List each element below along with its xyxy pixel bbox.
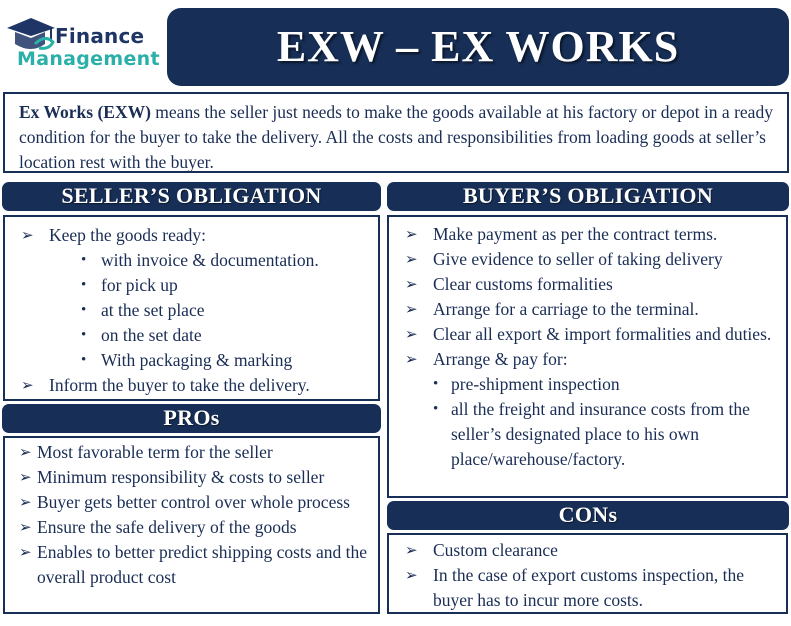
list-item: ➢ Enables to better predict shipping cost… <box>19 540 372 590</box>
sub-item-text: on the set date <box>101 325 202 345</box>
seller-obligation-box: ➢ Keep the goods ready: • with invoice & … <box>3 215 380 401</box>
sub-item-text: at the set place <box>101 300 205 320</box>
definition-term: Ex Works (EXW) <box>19 102 151 122</box>
list-item: ➢ Clear all export & import formalities a… <box>405 322 778 347</box>
sub-list-item: • with invoice & documentation. <box>21 248 378 273</box>
list-item-text: Arrange for a carriage to the terminal. <box>433 299 699 319</box>
arrow-bullet-icon: ➢ <box>19 443 32 461</box>
pros-header: PROs <box>2 404 381 433</box>
list-item: ➢ Make payment as per the contract terms. <box>405 222 778 247</box>
seller-obligation-header: SELLER’S OBLIGATION <box>2 182 381 211</box>
bullet-icon: • <box>81 327 87 343</box>
arrow-bullet-icon: ➢ <box>21 226 34 244</box>
sub-list-item: • on the set date <box>21 323 378 348</box>
sub-list-item: • for pick up <box>21 273 378 298</box>
list-item: ➢ Ensure the safe delivery of the goods <box>19 515 372 540</box>
logo-text-management: Management <box>17 48 160 70</box>
buyer-obligation-box: ➢ Make payment as per the contract terms.… <box>387 215 788 498</box>
sub-list-item: • all the freight and insurance costs fro… <box>405 397 778 472</box>
list-item: ➢ Give evidence to seller of taking deliv… <box>405 247 778 272</box>
cons-list: ➢ Custom clearance ➢ In the case of export… <box>405 538 778 613</box>
arrow-bullet-icon: ➢ <box>405 250 418 268</box>
definition-box: Ex Works (EXW) means the seller just nee… <box>3 92 789 173</box>
arrow-bullet-icon: ➢ <box>19 493 32 511</box>
buyer-obligation-list: ➢ Make payment as per the contract terms.… <box>405 222 778 472</box>
arrow-bullet-icon: ➢ <box>405 541 418 559</box>
list-item-text: Enables to better predict shipping costs… <box>37 542 367 587</box>
bullet-icon: • <box>81 277 87 293</box>
list-item: ➢ Custom clearance <box>405 538 778 563</box>
bullet-icon: • <box>81 252 87 268</box>
sub-item-text: for pick up <box>101 275 178 295</box>
list-item: ➢ Arrange for a carriage to the terminal. <box>405 297 778 322</box>
sub-item-text: all the freight and insurance costs from… <box>451 399 750 469</box>
cons-box: ➢ Custom clearance ➢ In the case of export… <box>387 533 788 614</box>
list-item-text: Custom clearance <box>433 540 558 560</box>
sub-item-text: With packaging & marking <box>101 350 293 370</box>
bullet-icon: • <box>81 352 87 368</box>
list-item: ➢ Clear customs formalities <box>405 272 778 297</box>
arrow-bullet-icon: ➢ <box>405 275 418 293</box>
list-item: ➢ Keep the goods ready: <box>21 223 378 248</box>
seller-obligation-list: ➢ Keep the goods ready: • with invoice & … <box>21 223 378 398</box>
sub-list-item: • With packaging & marking <box>21 348 378 373</box>
cons-header: CONs <box>387 501 789 530</box>
list-item-text: Arrange & pay for: <box>433 349 568 369</box>
arrow-bullet-icon: ➢ <box>405 325 418 343</box>
sub-list-item: • pre-shipment inspection <box>405 372 778 397</box>
list-item: ➢ Minimum responsibility & costs to selle… <box>19 465 372 490</box>
list-item-text: Clear customs formalities <box>433 274 613 294</box>
sub-list-item: • at the set place <box>21 298 378 323</box>
arrow-bullet-icon: ➢ <box>405 300 418 318</box>
arrow-bullet-icon: ➢ <box>19 543 32 561</box>
pros-box: ➢ Most favorable term for the seller ➢ Min… <box>3 436 380 614</box>
list-item-text: Most favorable term for the seller <box>37 442 273 462</box>
sub-item-text: pre-shipment inspection <box>451 374 620 394</box>
arrow-bullet-icon: ➢ <box>405 350 418 368</box>
arrow-bullet-icon: ➢ <box>405 566 418 584</box>
list-item-text: Make payment as per the contract terms. <box>433 224 718 244</box>
page-title: EXW – EX WORKS <box>167 8 789 86</box>
arrow-bullet-icon: ➢ <box>19 468 32 486</box>
logo: Finance Management <box>5 14 170 74</box>
buyer-obligation-header: BUYER’S OBLIGATION <box>387 182 789 211</box>
arrow-bullet-icon: ➢ <box>21 376 34 394</box>
list-item-text: Ensure the safe delivery of the goods <box>37 517 297 537</box>
list-item: ➢ In the case of export customs inspectio… <box>405 563 778 613</box>
arrow-bullet-icon: ➢ <box>19 518 32 536</box>
list-item: ➢ Buyer gets better control over whole pr… <box>19 490 372 515</box>
list-item-text: Buyer gets better control over whole pro… <box>37 492 350 512</box>
list-item: ➢ Arrange & pay for: <box>405 347 778 372</box>
list-item-text: Keep the goods ready: <box>49 225 206 245</box>
logo-text-finance: Finance <box>55 24 145 48</box>
list-item-text: Minimum responsibility & costs to seller <box>37 467 325 487</box>
list-item-text: Give evidence to seller of taking delive… <box>433 249 723 269</box>
bullet-icon: • <box>81 302 87 318</box>
sub-item-text: with invoice & documentation. <box>101 250 319 270</box>
pros-list: ➢ Most favorable term for the seller ➢ Min… <box>19 440 372 590</box>
arrow-bullet-icon: ➢ <box>405 225 418 243</box>
list-item: ➢ Inform the buyer to take the delivery. <box>21 373 378 398</box>
bullet-icon: • <box>433 376 439 392</box>
bullet-icon: • <box>433 401 439 417</box>
list-item: ➢ Most favorable term for the seller <box>19 440 372 465</box>
list-item-text: Inform the buyer to take the delivery. <box>49 375 310 395</box>
list-item-text: In the case of export customs inspection… <box>433 565 745 610</box>
list-item-text: Clear all export & import formalities an… <box>433 324 772 344</box>
